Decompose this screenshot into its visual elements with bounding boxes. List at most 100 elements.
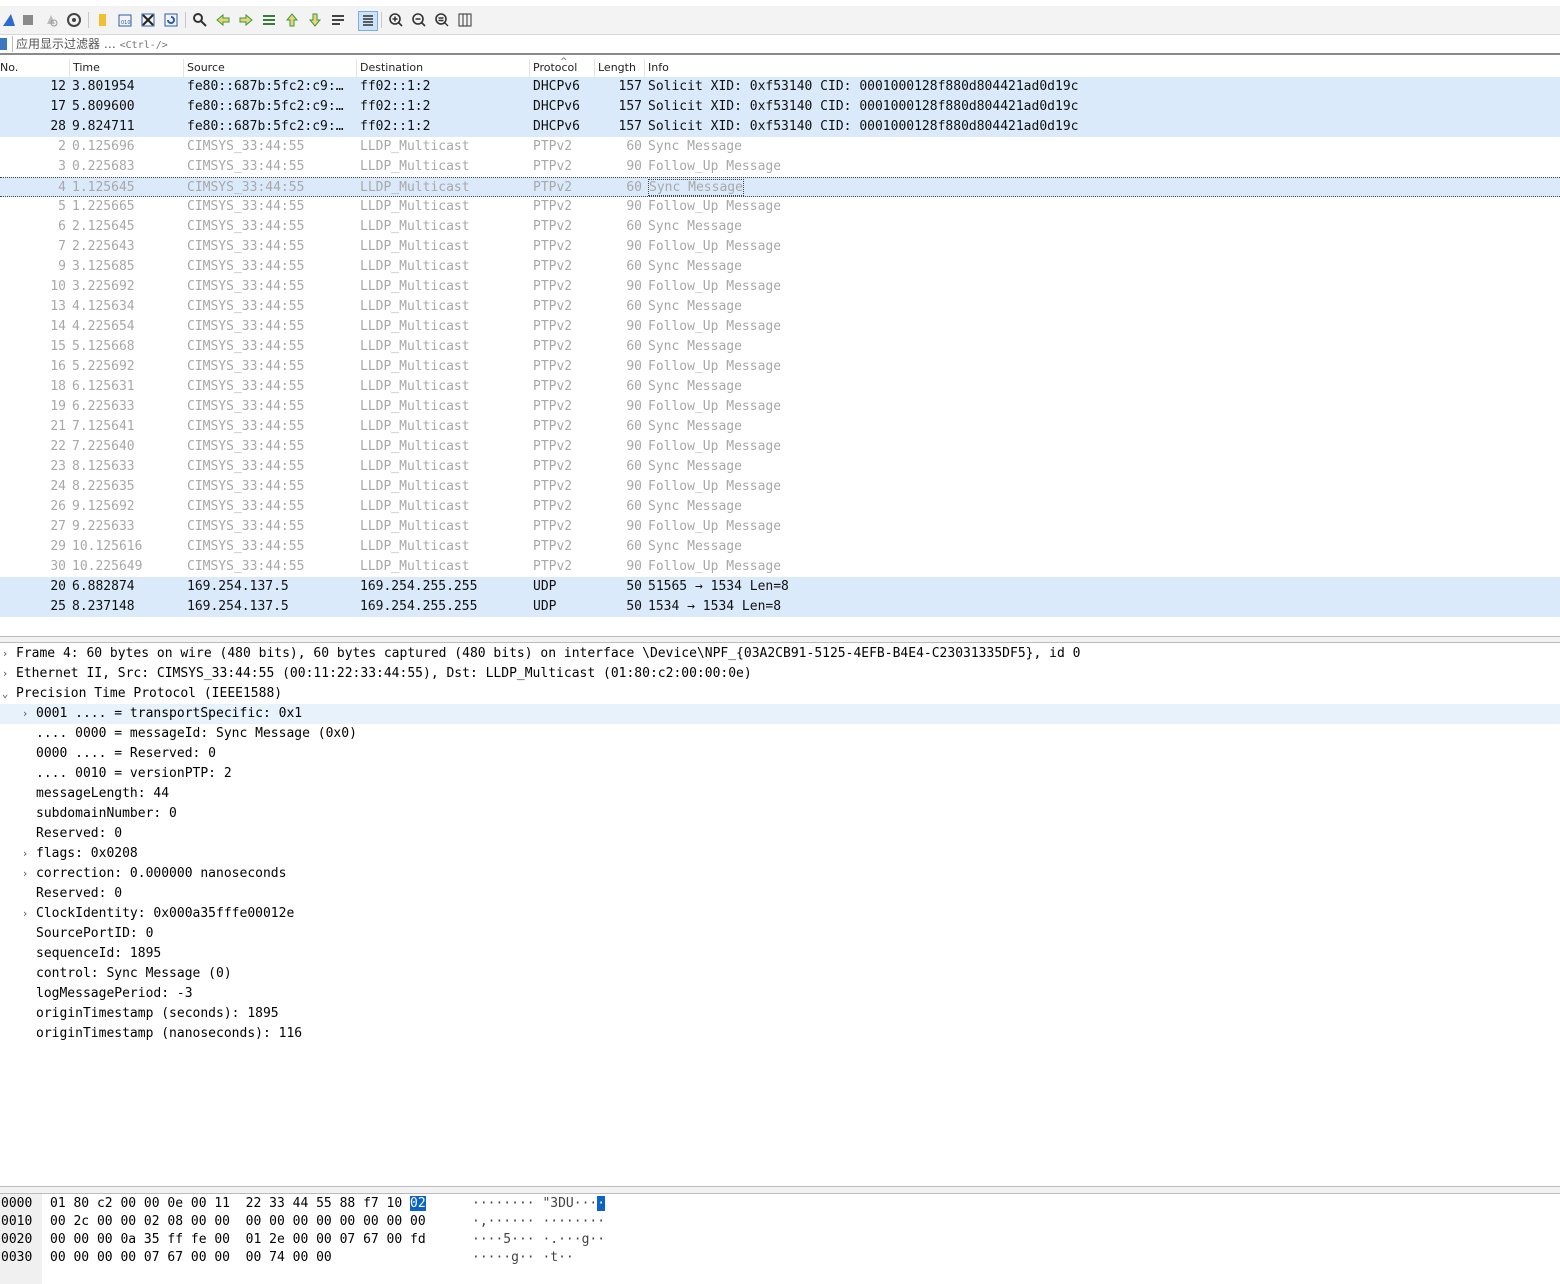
tree-node[interactable]: › Frame 4: 60 bytes on wire (480 bits), 6… bbox=[0, 644, 1560, 664]
pane-splitter[interactable] bbox=[0, 1186, 1560, 1194]
packet-time-text: 9.125692 bbox=[72, 499, 135, 514]
packet-row[interactable]: 19 6.225633 CIMSYS_33:44:55 LLDP_Multicast P… bbox=[0, 397, 1560, 417]
tree-node[interactable]: control: Sync Message (0) bbox=[0, 964, 1560, 984]
packet-bytes-pane[interactable]: 0000 01 80 c2 00 00 0e 00 11 22 33 44 55 … bbox=[0, 1194, 1560, 1284]
packet-source-text: CIMSYS_33:44:55 bbox=[187, 319, 305, 334]
packet-row[interactable]: 26 9.125692 CIMSYS_33:44:55 LLDP_Multicast P… bbox=[0, 497, 1560, 517]
tree-node[interactable]: › 0001 .... = transportSpecific: 0x1 bbox=[0, 704, 1560, 724]
packet-row[interactable]: 7 2.225643 CIMSYS_33:44:55 LLDP_Multicast PT… bbox=[0, 237, 1560, 257]
column-header-time[interactable]: Time bbox=[70, 59, 184, 77]
tree-node[interactable]: originTimestamp (seconds): 1895 bbox=[0, 1004, 1560, 1024]
find-icon[interactable] bbox=[191, 11, 209, 29]
packet-length: 90 bbox=[596, 317, 642, 337]
tree-node[interactable]: originTimestamp (nanoseconds): 116 bbox=[0, 1024, 1560, 1044]
packet-row[interactable]: 18 6.125631 CIMSYS_33:44:55 LLDP_Multicast P… bbox=[0, 377, 1560, 397]
column-header-protocol[interactable]: ^ Protocol bbox=[530, 57, 595, 77]
tree-node[interactable]: sequenceId: 1895 bbox=[0, 944, 1560, 964]
packet-protocol: PTPv2 bbox=[533, 437, 595, 457]
packet-row[interactable]: 20 6.882874 169.254.137.5 169.254.255.255 UD… bbox=[0, 577, 1560, 597]
options-gear-icon[interactable] bbox=[65, 11, 83, 29]
tree-node[interactable]: › correction: 0.000000 nanoseconds bbox=[0, 864, 1560, 884]
packet-row[interactable]: 27 9.225633 CIMSYS_33:44:55 LLDP_Multicast P… bbox=[0, 517, 1560, 537]
chevron-right-icon[interactable]: › bbox=[20, 704, 30, 724]
packet-row[interactable]: 12 3.801954 fe80::687b:5fc2:c9:… ff02::1:2 D… bbox=[0, 77, 1560, 97]
packet-list[interactable]: 12 3.801954 fe80::687b:5fc2:c9:… ff02::1:2 D… bbox=[0, 77, 1560, 617]
zoom-out-icon[interactable] bbox=[410, 11, 428, 29]
packet-row[interactable]: 17 5.809600 fe80::687b:5fc2:c9:… ff02::1:2 D… bbox=[0, 97, 1560, 117]
shark-fin-start-icon[interactable] bbox=[0, 11, 18, 29]
packet-row[interactable]: 24 8.225635 CIMSYS_33:44:55 LLDP_Multicast P… bbox=[0, 477, 1560, 497]
packet-row[interactable]: 30 10.225649 CIMSYS_33:44:55 LLDP_Multicast… bbox=[0, 557, 1560, 577]
packet-row[interactable]: 23 8.125633 CIMSYS_33:44:55 LLDP_Multicast P… bbox=[0, 457, 1560, 477]
chevron-right-icon[interactable]: › bbox=[0, 664, 10, 684]
last-packet-icon[interactable] bbox=[306, 11, 324, 29]
tree-node[interactable]: Reserved: 0 bbox=[0, 824, 1560, 844]
pane-splitter[interactable] bbox=[0, 636, 1560, 643]
tree-node[interactable]: Reserved: 0 bbox=[0, 884, 1560, 904]
column-header-length[interactable]: Length bbox=[595, 59, 645, 77]
tree-node[interactable]: .... 0010 = versionPTP: 2 bbox=[0, 764, 1560, 784]
stop-icon[interactable] bbox=[19, 11, 37, 29]
packet-row[interactable]: 16 5.225692 CIMSYS_33:44:55 LLDP_Multicast P… bbox=[0, 357, 1560, 377]
zoom-in-icon[interactable] bbox=[387, 11, 405, 29]
save-file-icon[interactable]: 010 bbox=[116, 11, 134, 29]
packet-row[interactable]: 28 9.824711 fe80::687b:5fc2:c9:… ff02::1:2 D… bbox=[0, 117, 1560, 137]
packet-row[interactable]: 15 5.125668 CIMSYS_33:44:55 LLDP_Multicast P… bbox=[0, 337, 1560, 357]
chevron-right-icon[interactable]: › bbox=[20, 904, 30, 924]
tree-node[interactable]: › Ethernet II, Src: CIMSYS_33:44:55 (00:1… bbox=[0, 664, 1560, 684]
packet-row[interactable]: 9 3.125685 CIMSYS_33:44:55 LLDP_Multicast PT… bbox=[0, 257, 1560, 277]
colorize-icon[interactable] bbox=[358, 11, 378, 31]
packet-length-text: 90 bbox=[626, 199, 642, 214]
column-header-source[interactable]: Source bbox=[184, 59, 357, 77]
packet-length: 60 bbox=[596, 537, 642, 557]
resize-columns-icon[interactable] bbox=[456, 11, 474, 29]
packet-length: 60 bbox=[596, 457, 642, 477]
tree-node[interactable]: logMessagePeriod: -3 bbox=[0, 984, 1560, 1004]
column-header-destination[interactable]: Destination bbox=[357, 59, 530, 77]
reload-icon[interactable] bbox=[162, 11, 180, 29]
packet-row[interactable]: 21 7.125641 CIMSYS_33:44:55 LLDP_Multicast P… bbox=[0, 417, 1560, 437]
packet-row[interactable]: 14 4.225654 CIMSYS_33:44:55 LLDP_Multicast P… bbox=[0, 317, 1560, 337]
chevron-right-icon[interactable]: › bbox=[0, 644, 10, 664]
selected-byte[interactable]: 02 bbox=[410, 1196, 426, 1211]
first-packet-icon[interactable] bbox=[283, 11, 301, 29]
tree-node[interactable]: subdomainNumber: 0 bbox=[0, 804, 1560, 824]
packet-row[interactable]: 13 4.125634 CIMSYS_33:44:55 LLDP_Multicast P… bbox=[0, 297, 1560, 317]
tree-node[interactable]: messageLength: 44 bbox=[0, 784, 1560, 804]
packet-row[interactable]: 10 3.225692 CIMSYS_33:44:55 LLDP_Multicast P… bbox=[0, 277, 1560, 297]
open-file-icon[interactable] bbox=[93, 11, 111, 29]
packet-details-tree[interactable]: › Frame 4: 60 bytes on wire (480 bits), 6… bbox=[0, 644, 1560, 1184]
goto-packet-icon[interactable] bbox=[260, 11, 278, 29]
packet-row[interactable]: 22 7.225640 CIMSYS_33:44:55 LLDP_Multicast P… bbox=[0, 437, 1560, 457]
tree-node[interactable]: 0000 .... = Reserved: 0 bbox=[0, 744, 1560, 764]
selected-byte[interactable]: · bbox=[597, 1196, 606, 1211]
tree-node[interactable]: SourcePortID: 0 bbox=[0, 924, 1560, 944]
restart-icon[interactable] bbox=[42, 11, 60, 29]
forward-arrow-icon[interactable] bbox=[237, 11, 255, 29]
tree-node[interactable]: › flags: 0x0208 bbox=[0, 844, 1560, 864]
column-header-no[interactable]: No. bbox=[0, 59, 70, 77]
packet-info: Follow_Up Message bbox=[648, 197, 1548, 217]
packet-row[interactable]: 29 10.125616 CIMSYS_33:44:55 LLDP_Multicast… bbox=[0, 537, 1560, 557]
chevron-right-icon[interactable]: › bbox=[20, 844, 30, 864]
chevron-right-icon[interactable]: › bbox=[20, 864, 30, 884]
packet-row[interactable]: 5 1.225665 CIMSYS_33:44:55 LLDP_Multicast PT… bbox=[0, 197, 1560, 217]
autoscroll-icon[interactable] bbox=[329, 11, 347, 29]
tree-node[interactable]: › ClockIdentity: 0x000a35fffe00012e bbox=[0, 904, 1560, 924]
tree-node[interactable]: .... 0000 = messageId: Sync Message (0x0… bbox=[0, 724, 1560, 744]
bookmark-icon[interactable] bbox=[0, 38, 7, 50]
packet-row[interactable]: 25 8.237148 169.254.137.5 169.254.255.255 UD… bbox=[0, 597, 1560, 617]
zoom-normal-icon[interactable] bbox=[433, 11, 451, 29]
packet-row[interactable]: 2 0.125696 CIMSYS_33:44:55 LLDP_Multicast PT… bbox=[0, 137, 1560, 157]
packet-row[interactable]: 6 2.125645 CIMSYS_33:44:55 LLDP_Multicast PT… bbox=[0, 217, 1560, 237]
column-header-info[interactable]: Info bbox=[645, 59, 1560, 77]
back-arrow-icon[interactable] bbox=[214, 11, 232, 29]
close-file-icon[interactable] bbox=[139, 11, 157, 29]
packet-row[interactable]: 3 0.225683 CIMSYS_33:44:55 LLDP_Multicast PT… bbox=[0, 157, 1560, 177]
packet-length-text: 90 bbox=[626, 479, 642, 494]
display-filter-input[interactable]: 应用显示过滤器 … <Ctrl-/> bbox=[12, 36, 1556, 52]
chevron-down-icon[interactable]: ⌄ bbox=[0, 684, 10, 704]
packet-info-text: Follow_Up Message bbox=[648, 519, 782, 534]
tree-node[interactable]: ⌄ Precision Time Protocol (IEEE1588) bbox=[0, 684, 1560, 704]
packet-row[interactable]: 4 1.125645 CIMSYS_33:44:55 LLDP_Multicast PT… bbox=[0, 177, 1560, 197]
